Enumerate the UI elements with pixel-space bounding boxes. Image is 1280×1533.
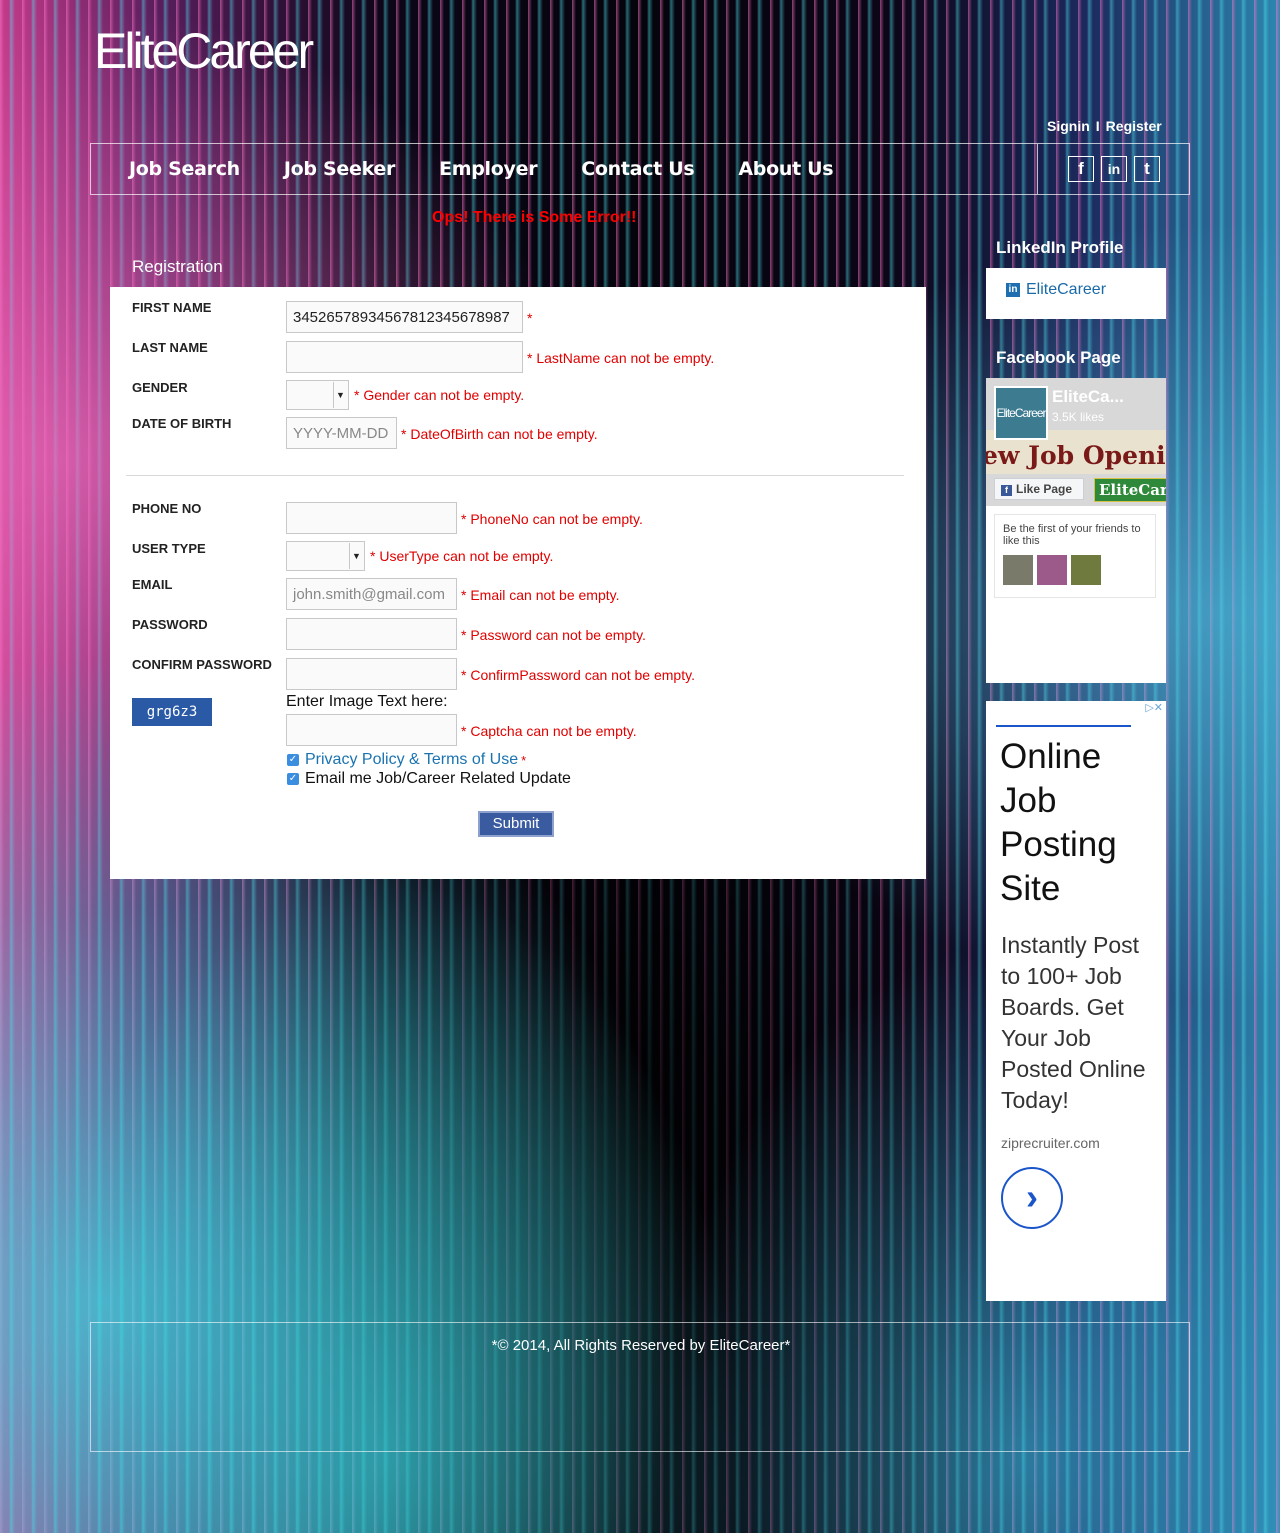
gender-label: GENDER	[132, 380, 188, 395]
user-type-label: USER TYPE	[132, 541, 206, 556]
ad-choices-icon[interactable]: ▷✕	[1136, 701, 1166, 716]
copyright-text: *© 2014, All Rights Reserved by EliteCar…	[491, 1337, 791, 1354]
footer: *© 2014, All Rights Reserved by EliteCar…	[90, 1322, 1190, 1452]
main-navbar: Job Search Job Seeker Employer Contact U…	[90, 143, 1190, 195]
friends-text: Be the first of your friends to like thi…	[1003, 523, 1141, 547]
registration-form: FIRST NAME 34526578934567812345678987 * …	[110, 287, 926, 879]
confirm-password-label: CONFIRM PASSWORD	[132, 657, 272, 672]
email-updates-checkbox[interactable]: ✓	[287, 773, 299, 785]
last-name-error: * LastName can not be empty.	[527, 350, 715, 366]
nav-item-employer[interactable]: Employer	[439, 158, 537, 180]
cover-banner-text: ew Job Openi	[986, 441, 1166, 470]
avatar[interactable]	[1003, 555, 1033, 585]
panel-title: Registration	[132, 257, 223, 276]
email-updates-label: Email me Job/Career Related Update	[305, 770, 571, 787]
phone-input[interactable]	[286, 502, 457, 534]
like-page-button[interactable]: f Like Page	[994, 478, 1084, 500]
password-error: * Password can not be empty.	[461, 627, 646, 643]
auth-links: Signin I Register	[1047, 118, 1162, 134]
linkedin-icon[interactable]: in	[1101, 156, 1127, 182]
privacy-policy-link[interactable]: Privacy Policy & Terms of Use	[305, 751, 518, 769]
ad-divider	[996, 725, 1131, 727]
confirm-password-input[interactable]	[286, 658, 457, 690]
avatar[interactable]	[1071, 555, 1101, 585]
facebook-icon: f	[1001, 485, 1012, 496]
linkedin-widget: in EliteCareer	[986, 268, 1166, 319]
email-error: * Email can not be empty.	[461, 587, 620, 603]
nav-menu: Job Search Job Seeker Employer Contact U…	[129, 158, 877, 180]
first-name-required: *	[527, 310, 533, 326]
form-divider	[126, 475, 904, 476]
chevron-down-icon: ▼	[349, 543, 363, 569]
facebook-like-count: 3.5K likes	[1052, 410, 1105, 424]
ad-body: Instantly Post to 100+ Job Boards. Get Y…	[1001, 932, 1146, 1113]
dob-label: DATE OF BIRTH	[132, 416, 232, 431]
ad-headline[interactable]: Online Job Posting Site	[1000, 735, 1160, 911]
user-type-error: * UserType can not be empty.	[370, 548, 554, 564]
facebook-widget: ew Job Openi EliteCareer EliteCa... 3.5K…	[986, 378, 1166, 683]
auth-separator: I	[1095, 118, 1100, 134]
submit-button[interactable]: Submit	[478, 811, 554, 837]
nav-item-about-us[interactable]: About Us	[738, 158, 833, 180]
linkedin-profile-title: LinkedIn Profile	[996, 238, 1124, 257]
last-name-input[interactable]	[286, 341, 523, 373]
arrow-right-icon[interactable]: ›	[1001, 1167, 1063, 1229]
social-links: f in t	[1037, 144, 1189, 194]
captcha-error: * Captcha can not be empty.	[461, 723, 637, 739]
first-name-input[interactable]: 34526578934567812345678987	[286, 301, 523, 333]
email-updates-row: ✓ Email me Job/Career Related Update	[287, 770, 571, 788]
linkedin-profile-link[interactable]: EliteCareer	[1026, 281, 1106, 299]
facebook-cover: ew Job Openi EliteCareer EliteCa... 3.5K…	[986, 378, 1166, 506]
dob-error: * DateOfBirth can not be empty.	[401, 426, 598, 442]
cover-brand-tag: EliteCar	[1094, 478, 1166, 502]
linkedin-icon: in	[1006, 283, 1020, 297]
nav-item-job-seeker[interactable]: Job Seeker	[284, 158, 395, 180]
first-name-label: FIRST NAME	[132, 300, 212, 315]
friend-avatars	[1003, 555, 1147, 585]
friends-box: Be the first of your friends to like thi…	[994, 514, 1156, 598]
nav-item-job-search[interactable]: Job Search	[129, 158, 240, 180]
register-link[interactable]: Register	[1106, 118, 1162, 134]
password-label: PASSWORD	[132, 617, 208, 632]
email-input[interactable]: john.smith@gmail.com	[286, 578, 457, 610]
ad-source: ziprecruiter.com	[1001, 1135, 1100, 1151]
chevron-down-icon: ▼	[333, 382, 347, 408]
captcha-input[interactable]	[286, 714, 457, 746]
phone-label: PHONE NO	[132, 501, 202, 516]
like-page-label: Like Page	[1016, 482, 1073, 496]
user-type-select[interactable]: ▼	[286, 541, 365, 571]
form-error-banner: Ops! There is Some Error!!	[432, 209, 637, 226]
signin-link[interactable]: Signin	[1047, 118, 1090, 134]
dob-input[interactable]: YYYY-MM-DD	[286, 417, 397, 449]
privacy-row: ✓ Privacy Policy & Terms of Use *	[287, 751, 526, 769]
email-label: EMAIL	[132, 577, 173, 592]
gender-error: * Gender can not be empty.	[354, 387, 525, 403]
captcha-label: Enter Image Text here:	[286, 693, 448, 710]
privacy-checkbox[interactable]: ✓	[287, 754, 299, 766]
phone-error: * PhoneNo can not be empty.	[461, 511, 643, 527]
site-logo[interactable]: EliteCareer	[94, 22, 314, 80]
gender-select[interactable]: ▼	[286, 380, 349, 410]
facebook-icon[interactable]: f	[1068, 156, 1094, 182]
privacy-required: *	[521, 752, 527, 768]
facebook-page-title: Facebook Page	[996, 348, 1121, 367]
nav-item-contact-us[interactable]: Contact Us	[581, 158, 694, 180]
ad-banner[interactable]: ▷✕ Online Job Posting Site Instantly Pos…	[986, 701, 1166, 1301]
twitter-icon[interactable]: t	[1134, 156, 1160, 182]
captcha-image: grg6z3	[132, 698, 212, 726]
facebook-page-avatar[interactable]: EliteCareer	[994, 386, 1048, 440]
last-name-label: LAST NAME	[132, 340, 208, 355]
confirm-password-error: * ConfirmPassword can not be empty.	[461, 667, 695, 683]
registration-panel: Registration FIRST NAME 3452657893456781…	[110, 250, 926, 880]
password-input[interactable]	[286, 618, 457, 650]
facebook-page-name[interactable]: EliteCa...	[1052, 387, 1124, 407]
avatar[interactable]	[1037, 555, 1067, 585]
